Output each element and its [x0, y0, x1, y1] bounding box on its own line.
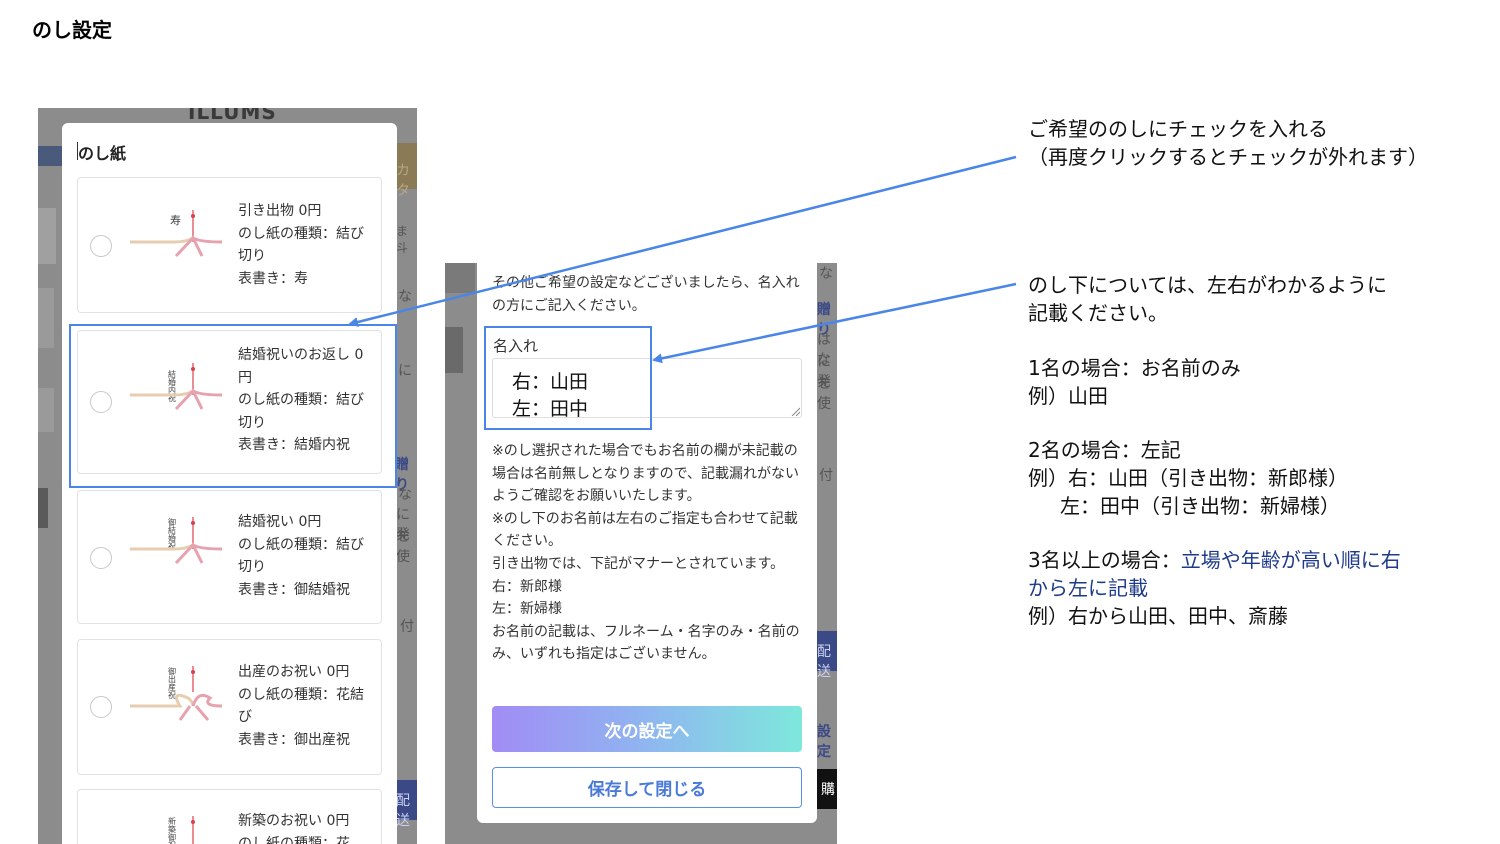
- annotation-arrows: [348, 155, 1017, 364]
- arrow-to-noshi-card: [348, 155, 1017, 327]
- arrow-to-name-entry: [652, 282, 1017, 364]
